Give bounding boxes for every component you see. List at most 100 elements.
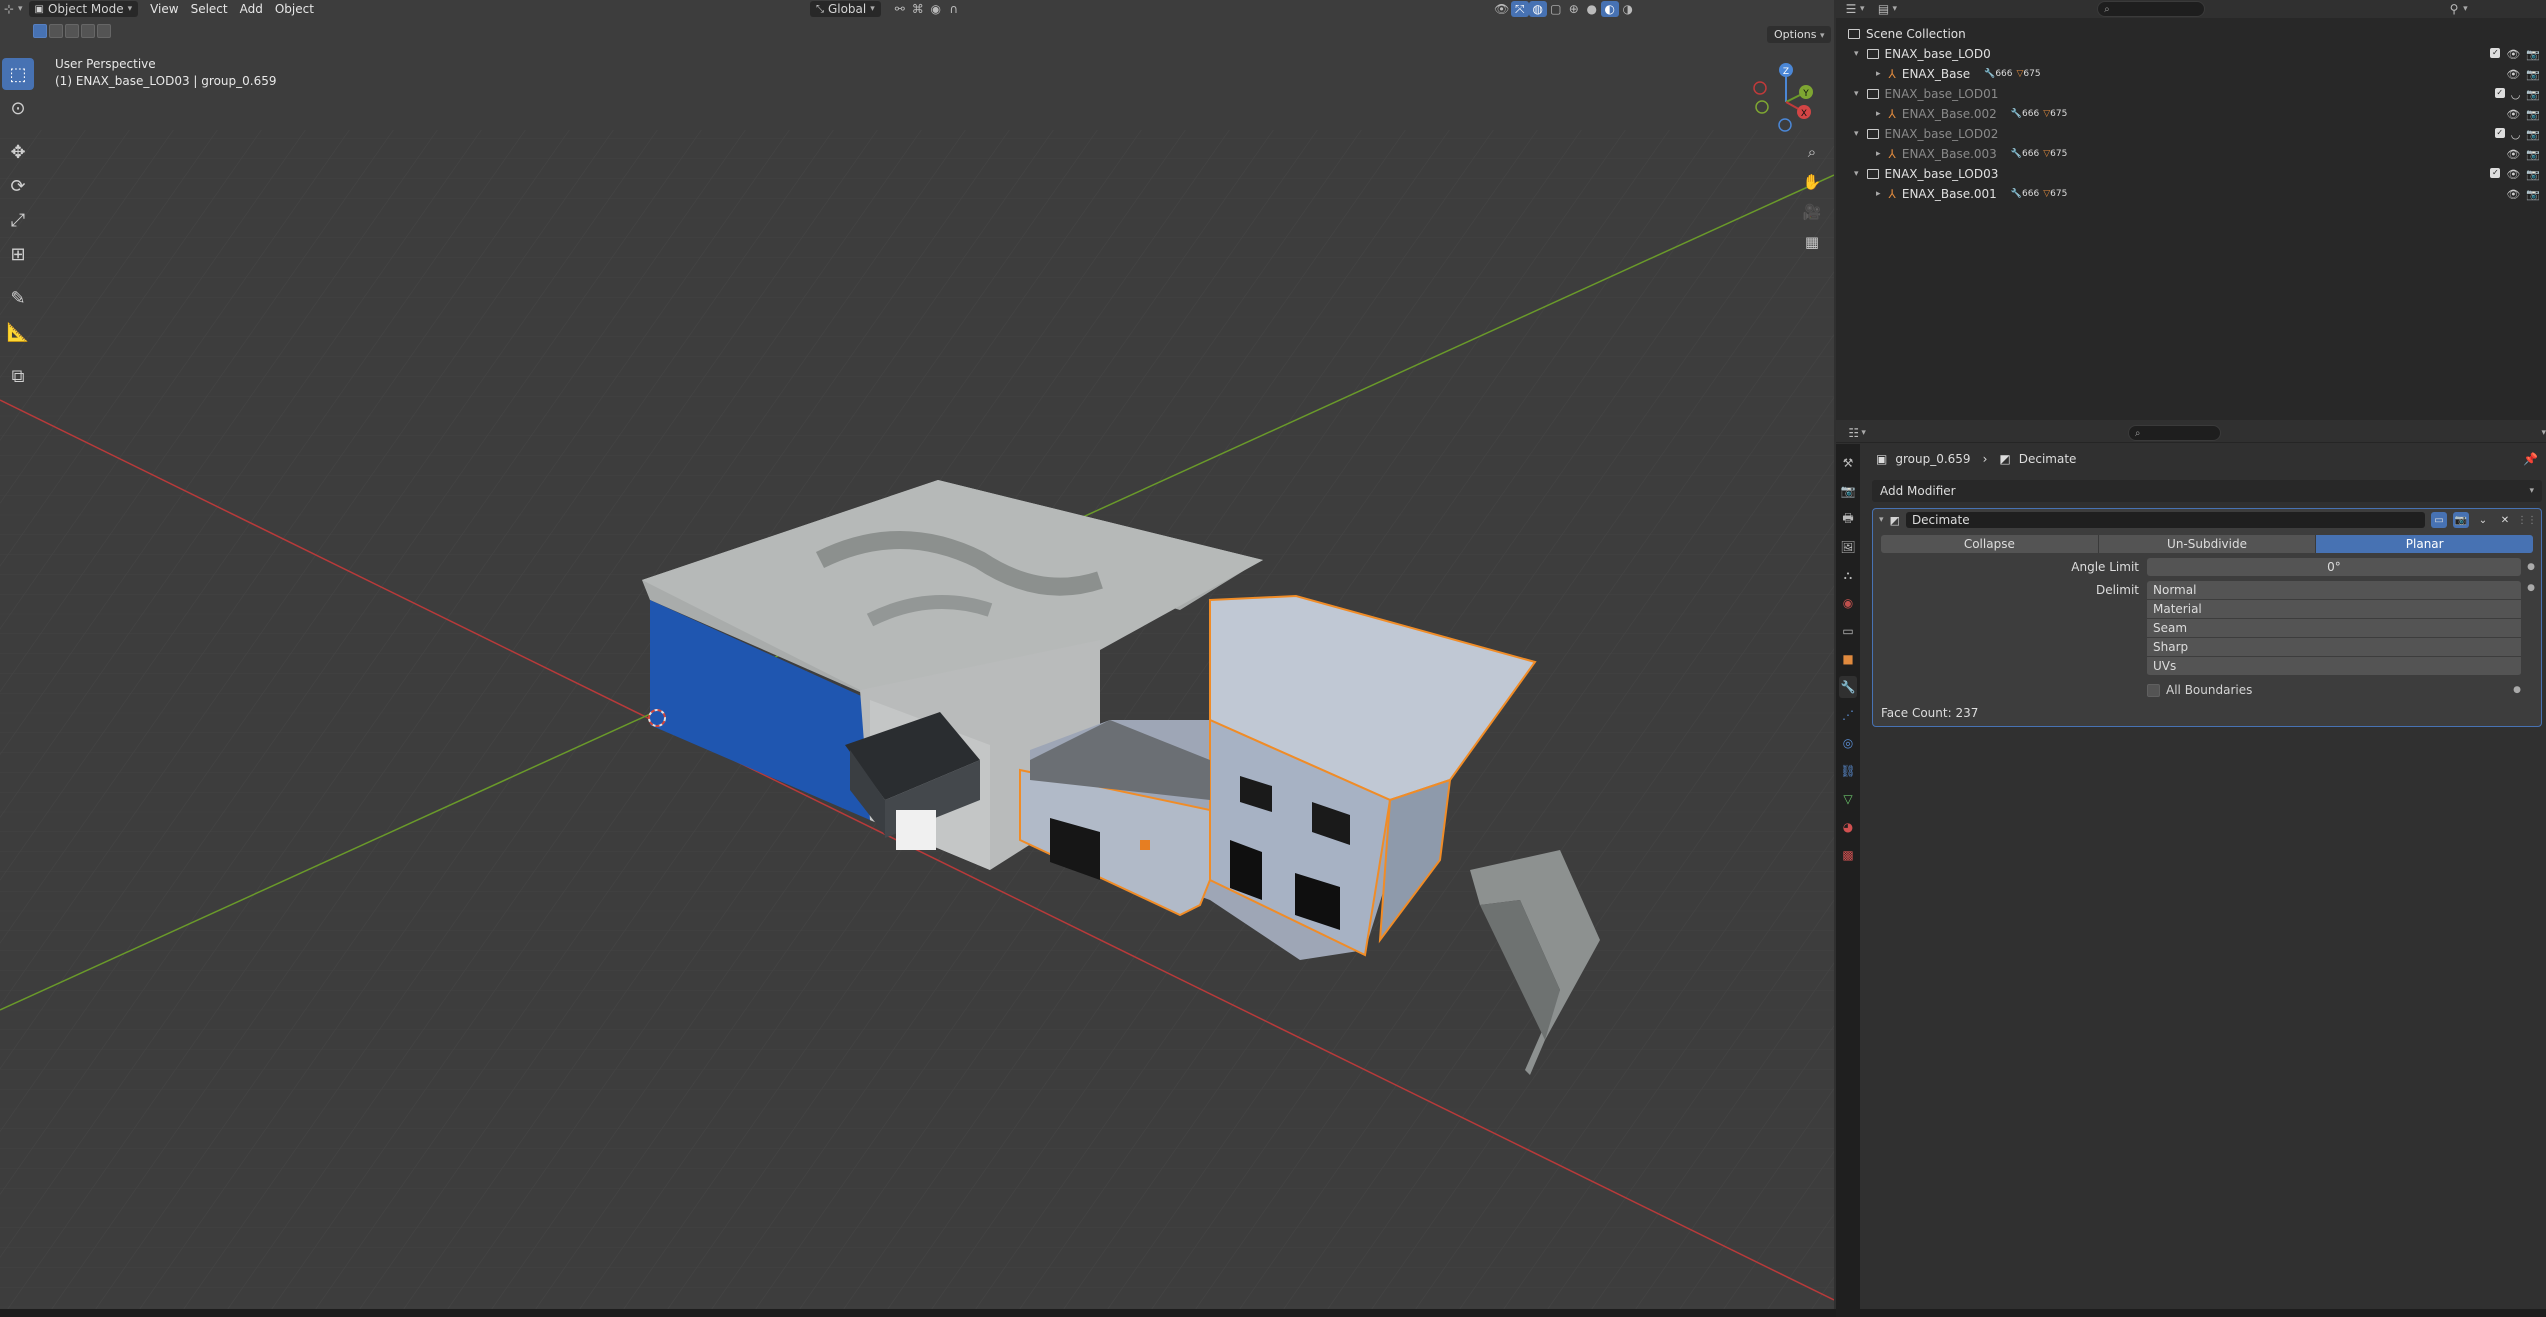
properties-search-input[interactable]: ⌕ xyxy=(2127,425,2222,441)
display-mode-icon[interactable]: ▤ xyxy=(1875,1,1893,17)
checkbox-icon[interactable]: ✓ xyxy=(2490,47,2501,58)
outliner-row-object[interactable]: ▸ ⅄ ENAX_Base 🔧 666 ▽ 675 👁 📷 xyxy=(1836,64,2546,84)
zoom-icon[interactable]: ⌕ xyxy=(1800,140,1824,164)
view-layer-tab-icon[interactable]: 🖼 xyxy=(1839,536,1857,558)
expand-icon[interactable]: ▾ xyxy=(1854,169,1859,179)
delimit-uvs-option[interactable]: UVs xyxy=(2147,657,2521,676)
proportional-edit-icon[interactable]: ◉ xyxy=(927,1,945,17)
select-invert-icon[interactable] xyxy=(81,24,95,38)
cursor-icon[interactable]: ⊙ xyxy=(2,92,34,124)
delimit-seam-option[interactable]: Seam xyxy=(2147,619,2521,638)
editor-type-icon[interactable]: ⊹ xyxy=(0,1,18,17)
chevron-down-icon[interactable]: ▾ xyxy=(2541,428,2546,438)
outliner-row-object[interactable]: ▸ ⅄ ENAX_Base.001 🔧 666 ▽ 675 👁 📷 xyxy=(1836,184,2546,204)
camera-icon[interactable]: 📷 xyxy=(2526,168,2540,181)
select-extend-icon[interactable] xyxy=(49,24,63,38)
options-dropdown[interactable]: Options ▾ xyxy=(1767,26,1832,43)
3d-viewport[interactable]: Z Y X ⊹ ▾ ▣ Object Mode ▾ View Select Ad… xyxy=(0,0,1834,1309)
select-box-icon[interactable]: ⬚ xyxy=(2,58,34,90)
eye-closed-icon[interactable]: ◡ xyxy=(2511,88,2521,101)
expand-icon[interactable]: ▸ xyxy=(1876,189,1881,199)
pan-hand-icon[interactable]: ✋ xyxy=(1800,170,1824,194)
outliner-row-collection[interactable]: ▾ ENAX_base_LOD01 ✓ ◡ 📷 xyxy=(1836,84,2546,104)
angle-limit-field[interactable]: 0° xyxy=(2147,558,2521,576)
pin-icon[interactable]: 📌 xyxy=(2523,452,2538,466)
collapse-icon[interactable]: ▾ xyxy=(1879,515,1884,525)
data-tab-icon[interactable]: ▽ xyxy=(1839,788,1857,810)
mode-planar-button[interactable]: Planar xyxy=(2316,535,2534,553)
expand-icon[interactable]: ▾ xyxy=(1854,89,1859,99)
scale-icon[interactable]: ⤢ xyxy=(2,204,34,236)
pivot-icon[interactable]: ⚯ xyxy=(891,1,909,17)
outliner-row-object[interactable]: ▸ ⅄ ENAX_Base.003 🔧 666 ▽ 675 👁 📷 xyxy=(1836,144,2546,164)
checkbox-icon[interactable]: ✓ xyxy=(2490,167,2501,178)
outliner-row-collection[interactable]: ▾ ENAX_base_LOD03 ✓ 👁 📷 xyxy=(1836,164,2546,184)
falloff-icon[interactable]: ∩ xyxy=(945,1,963,17)
camera-icon[interactable]: 📷 xyxy=(2526,88,2540,101)
drag-handle-icon[interactable]: ⋮⋮ xyxy=(2517,512,2537,528)
properties-editor-icon[interactable]: ☷ xyxy=(1846,425,1861,441)
texture-tab-icon[interactable]: ▩ xyxy=(1839,844,1857,866)
object-tab-icon[interactable]: ■ xyxy=(1839,648,1857,670)
expand-icon[interactable]: ▾ xyxy=(1854,129,1859,139)
overlay-toggle-icon[interactable]: ◍ xyxy=(1528,1,1547,17)
select-subtract-icon[interactable] xyxy=(65,24,79,38)
outliner-row-object[interactable]: ▸ ⅄ ENAX_Base.002 🔧 666 ▽ 675 👁 📷 xyxy=(1836,104,2546,124)
viewport-scene[interactable]: Z Y X xyxy=(0,0,1834,1309)
material-shading-icon[interactable]: ◐ xyxy=(1600,1,1619,17)
checkbox-icon[interactable]: ✓ xyxy=(2494,87,2505,98)
keyframe-dot-icon[interactable]: ● xyxy=(2527,562,2535,572)
checkbox-icon[interactable]: ✓ xyxy=(2494,127,2505,138)
outliner-row-collection[interactable]: ▾ ENAX_base_LOD02 ✓ ◡ 📷 xyxy=(1836,124,2546,144)
perspective-toggle-icon[interactable]: ▦ xyxy=(1800,230,1824,254)
eye-icon[interactable]: 👁 xyxy=(2506,148,2520,161)
eye-icon[interactable]: 👁 xyxy=(2506,48,2520,61)
xray-icon[interactable]: ▢ xyxy=(1547,1,1565,17)
world-tab-icon[interactable]: ◉ xyxy=(1839,592,1857,614)
camera-icon[interactable]: 📷 xyxy=(2526,148,2540,161)
show-in-viewport-icon[interactable]: ▭ xyxy=(2431,512,2447,528)
visibility-icon[interactable]: 👁 xyxy=(1493,1,1511,17)
modifier-menu-icon[interactable]: ⌄ xyxy=(2475,512,2491,528)
outliner-search-input[interactable]: ⌕ xyxy=(2097,1,2206,17)
camera-icon[interactable]: 📷 xyxy=(2526,68,2540,81)
eye-icon[interactable]: 👁 xyxy=(2506,108,2520,121)
menu-view[interactable]: View xyxy=(144,1,184,17)
close-icon[interactable]: ✕ xyxy=(2497,512,2513,528)
delimit-normal-option[interactable]: Normal xyxy=(2147,581,2521,600)
tool-tab-icon[interactable]: ⚒ xyxy=(1839,452,1857,474)
solid-shading-icon[interactable]: ● xyxy=(1583,1,1601,17)
modifier-tab-icon[interactable]: 🔧 xyxy=(1839,676,1857,698)
add-modifier-dropdown[interactable]: Add Modifier ▾ xyxy=(1872,480,2542,502)
collection-tab-icon[interactable]: ▭ xyxy=(1839,620,1857,642)
camera-icon[interactable]: 📷 xyxy=(2526,48,2540,61)
camera-icon[interactable]: 📷 xyxy=(2526,108,2540,121)
all-boundaries-row[interactable]: All Boundaries ● xyxy=(2147,680,2527,700)
expand-icon[interactable]: ▸ xyxy=(1876,69,1881,79)
modifier-name-field[interactable]: Decimate xyxy=(1905,512,2425,528)
keyframe-dot-icon[interactable]: ● xyxy=(2527,583,2535,593)
camera-icon[interactable]: 📷 xyxy=(2526,188,2540,201)
menu-add[interactable]: Add xyxy=(234,1,269,17)
rotate-icon[interactable]: ⟳ xyxy=(2,170,34,202)
camera-view-icon[interactable]: 🎥 xyxy=(1800,200,1824,224)
camera-icon[interactable]: 📷 xyxy=(2526,128,2540,141)
rendered-shading-icon[interactable]: ◑ xyxy=(1619,1,1637,17)
move-icon[interactable]: ✥ xyxy=(2,136,34,168)
orientation-dropdown[interactable]: ⤡ Global ▾ xyxy=(809,1,881,17)
delimit-sharp-option[interactable]: Sharp xyxy=(2147,638,2521,657)
outliner-row-collection[interactable]: ▾ ENAX_base_LOD0 ✓ 👁 📷 xyxy=(1836,44,2546,64)
eye-icon[interactable]: 👁 xyxy=(2506,188,2520,201)
add-cube-icon[interactable]: ⧉ xyxy=(2,360,34,392)
eye-icon[interactable]: 👁 xyxy=(2506,168,2520,181)
scene-tab-icon[interactable]: ⛬ xyxy=(1839,564,1857,586)
show-in-render-icon[interactable]: 📷 xyxy=(2453,512,2469,528)
menu-object[interactable]: Object xyxy=(269,1,320,17)
particles-tab-icon[interactable]: ⋰ xyxy=(1839,704,1857,726)
annotate-icon[interactable]: ✎ xyxy=(2,282,34,314)
mode-unsubdivide-button[interactable]: Un-Subdivide xyxy=(2098,535,2317,553)
select-intersect-icon[interactable] xyxy=(97,24,111,38)
eye-closed-icon[interactable]: ◡ xyxy=(2511,128,2521,141)
keyframe-dot-icon[interactable]: ● xyxy=(2513,685,2521,695)
constraints-tab-icon[interactable]: ⛓ xyxy=(1839,760,1857,782)
